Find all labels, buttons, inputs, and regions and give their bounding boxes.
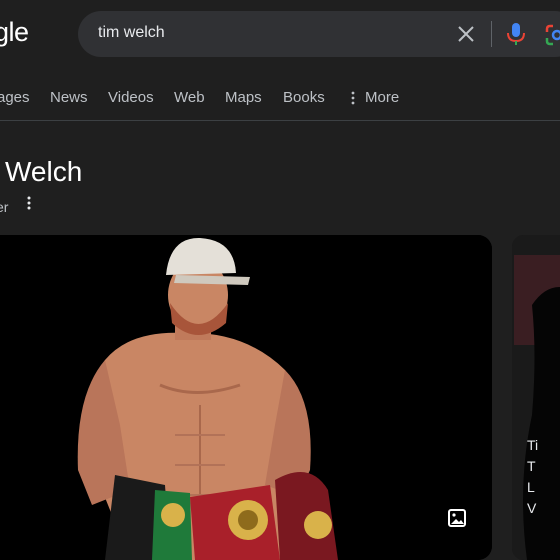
tab-web[interactable]: Web bbox=[174, 89, 205, 106]
search-bar[interactable] bbox=[78, 11, 560, 57]
image-icon[interactable] bbox=[446, 507, 468, 529]
tab-books[interactable]: Books bbox=[283, 89, 325, 106]
google-logo[interactable]: gle bbox=[0, 17, 29, 48]
more-options-icon[interactable] bbox=[26, 196, 32, 210]
side-card-line: T bbox=[527, 458, 536, 474]
side-card-line: Ti bbox=[527, 437, 539, 453]
tab-more-label: More bbox=[365, 89, 400, 106]
microphone-icon[interactable] bbox=[505, 22, 527, 46]
tabs-divider bbox=[0, 120, 560, 121]
main-image[interactable] bbox=[0, 235, 492, 560]
entity-title: Welch bbox=[5, 156, 83, 187]
tab-videos[interactable]: Videos bbox=[108, 89, 154, 106]
search-input[interactable] bbox=[98, 24, 428, 42]
side-card-line: L bbox=[527, 479, 535, 495]
side-card-caption: Ti T L V bbox=[527, 435, 538, 519]
tab-news[interactable]: News bbox=[50, 89, 88, 106]
google-lens-icon[interactable] bbox=[544, 23, 560, 47]
tab-maps[interactable]: Maps bbox=[225, 89, 262, 106]
search-divider bbox=[491, 21, 492, 47]
side-image-card[interactable]: Ti T L V bbox=[512, 235, 560, 560]
close-icon[interactable] bbox=[455, 23, 477, 45]
side-card-line: V bbox=[527, 500, 537, 516]
boxer-photo bbox=[0, 235, 492, 560]
more-vert-icon bbox=[351, 91, 355, 105]
entity-subtitle: er bbox=[0, 199, 9, 215]
tab-images[interactable]: ages bbox=[0, 89, 30, 106]
